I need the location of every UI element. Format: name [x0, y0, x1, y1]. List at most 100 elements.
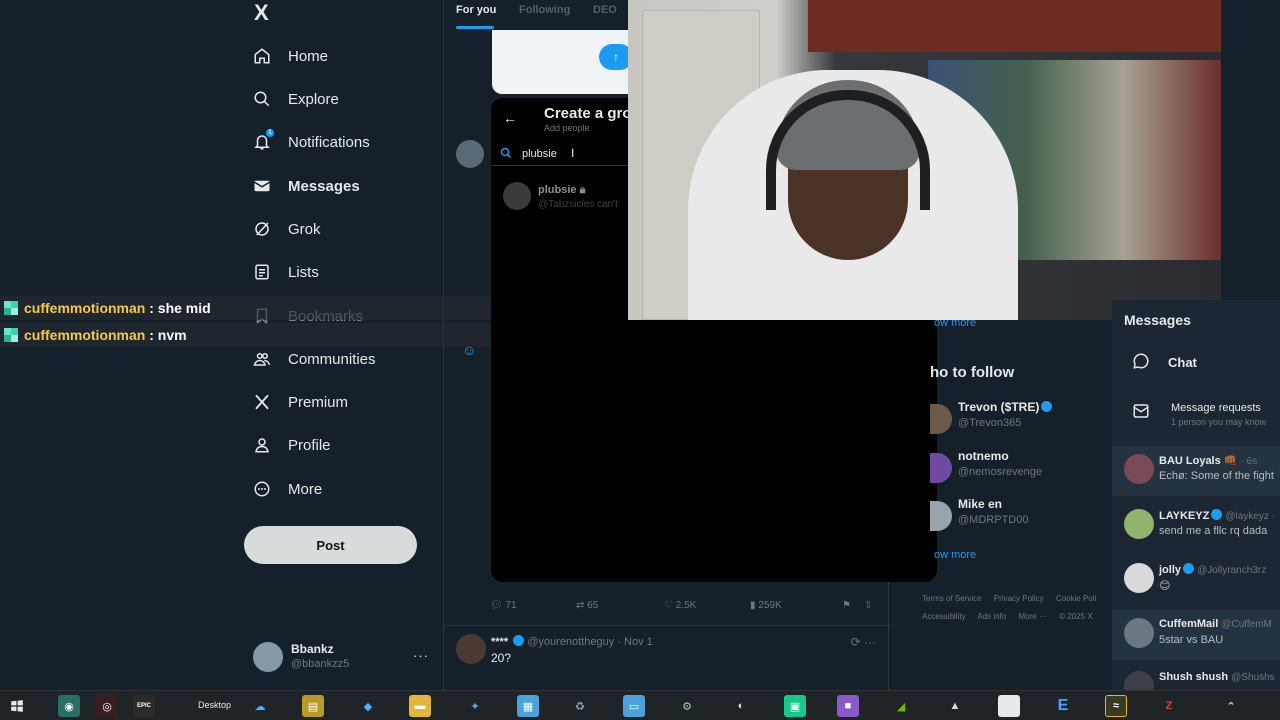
- tweet[interactable]: **** @yourenottheguy · Nov 1 ⟳ ··· 20?: [444, 625, 890, 690]
- active-app-icon[interactable]: ≈: [1105, 695, 1127, 717]
- chat-username: cuffemmotionman: [24, 327, 146, 343]
- show-more-link[interactable]: ow more: [934, 317, 976, 329]
- dialog-subtitle: Add people: [544, 123, 590, 133]
- x-logo-icon[interactable]: X: [254, 0, 278, 25]
- footer-link[interactable]: More ···: [1019, 612, 1047, 621]
- chat-badge-icon: [4, 301, 18, 315]
- steam-icon[interactable]: ⚙: [676, 695, 698, 717]
- message-requests[interactable]: Message requests 1 person you may know: [1132, 402, 1266, 427]
- footer-link[interactable]: Accessibility: [922, 612, 966, 621]
- avatar: [930, 501, 952, 531]
- onedrive-icon[interactable]: ☁: [249, 695, 271, 717]
- chevron-up-icon[interactable]: ⌃: [1220, 695, 1242, 717]
- epic-games-icon[interactable]: EPIC: [133, 695, 155, 717]
- copyright: © 2025 X: [1059, 612, 1093, 621]
- nvidia-icon[interactable]: ◢: [890, 695, 912, 717]
- footer-link[interactable]: Terms of Service: [922, 594, 982, 603]
- grok-icon: [252, 219, 272, 239]
- sidebar-item-label: Home: [288, 47, 329, 65]
- drawer-title[interactable]: Messages: [1124, 312, 1191, 328]
- sidebar-item-explore[interactable]: Explore: [252, 79, 339, 119]
- sidebar-item-grok[interactable]: Grok: [252, 209, 321, 249]
- avatar[interactable]: [456, 634, 486, 664]
- mail-icon: [252, 176, 272, 196]
- sidebar-item-notifications[interactable]: 1 Notifications: [252, 122, 370, 162]
- verified-icon: [1041, 401, 1053, 412]
- follow-suggestion[interactable]: Mike en @MDRPTD00: [930, 497, 1154, 537]
- tab-deo[interactable]: DEO: [593, 4, 617, 16]
- chat-badge-icon: [4, 328, 18, 342]
- arrow-app-icon[interactable]: ▲: [944, 695, 966, 717]
- browser-icon[interactable]: ◉: [58, 695, 80, 717]
- search-icon: [500, 146, 512, 164]
- people-icon: [252, 349, 272, 369]
- document-icon[interactable]: [998, 695, 1020, 717]
- sidebar-item-lists[interactable]: Lists: [252, 252, 319, 292]
- e-app-icon[interactable]: E: [1052, 695, 1074, 717]
- tab-following[interactable]: Following: [519, 4, 570, 16]
- game-app-icon[interactable]: ■: [837, 695, 859, 717]
- more-icon[interactable]: ⟳ ···: [851, 635, 876, 649]
- sidebar-item-profile[interactable]: Profile: [252, 425, 331, 465]
- app-icon[interactable]: ▦: [517, 695, 539, 717]
- reply-button[interactable]: 💬︎ 71: [490, 600, 517, 611]
- tweet-handle[interactable]: @yourenottheguy: [527, 636, 614, 648]
- follow-suggestion[interactable]: notnemo @nemosrevenge: [930, 449, 1154, 489]
- tweet-author[interactable]: ****: [491, 636, 508, 648]
- sidebar-item-home[interactable]: Home: [252, 36, 328, 76]
- views-button[interactable]: ▮ 259K: [750, 600, 782, 611]
- twitter-icon[interactable]: ✦: [464, 695, 486, 717]
- conversation-item[interactable]: Shush shush @Shushs: [1112, 663, 1280, 701]
- footer-link[interactable]: Ads info: [977, 612, 1006, 621]
- footer-link[interactable]: Privacy Policy: [994, 594, 1044, 603]
- like-count: 2.5K: [675, 600, 697, 611]
- repost-button[interactable]: ⇄ 65: [576, 600, 598, 611]
- avatar[interactable]: [456, 140, 484, 168]
- show-more-link[interactable]: ow more: [934, 549, 976, 561]
- lock-icon: 🔒︎: [579, 184, 586, 196]
- chat-text: : nvm: [145, 327, 187, 343]
- conversation-item[interactable]: CuffemMail @CuffemM 5star vs BAU: [1112, 610, 1280, 660]
- conversation-item[interactable]: BAU Loyals 👊🏾 · 6s Echø: Some of the fig…: [1112, 446, 1280, 496]
- follow-suggestion[interactable]: Trevon ($TRE) @Trevon365: [930, 400, 1154, 440]
- notes-icon[interactable]: ▤: [302, 695, 324, 717]
- conversation-name: LAYKEYZ @laykeyz ·: [1159, 509, 1275, 522]
- desktop-label[interactable]: Desktop: [198, 700, 231, 710]
- tweet-text: 20?: [491, 651, 512, 665]
- sidebar-item-premium[interactable]: Premium: [252, 382, 348, 422]
- window-icon[interactable]: ▭: [623, 695, 645, 717]
- sidebar-item-label: Explore: [288, 90, 339, 108]
- vscode-icon[interactable]: ◆: [357, 695, 379, 717]
- pinned-app-icon[interactable]: Z: [1158, 695, 1180, 717]
- tweet-date: · Nov 1: [617, 636, 653, 648]
- sidebar-item-more[interactable]: More: [252, 469, 322, 509]
- footer-link[interactable]: Cookie Poli: [1056, 594, 1096, 603]
- sidebar-item-label: Communities: [288, 350, 376, 368]
- sidebar-item-messages[interactable]: Messages: [252, 166, 360, 206]
- conversation-item[interactable]: jolly @Jollyranch3rz 😊: [1112, 555, 1280, 605]
- avatar: [253, 642, 283, 672]
- reply-count: 71: [505, 600, 517, 611]
- obs-studio-icon[interactable]: ◐: [730, 695, 752, 717]
- game-icon[interactable]: ▣: [784, 695, 806, 717]
- recycle-bin-icon[interactable]: ♻: [569, 695, 591, 717]
- avatar: [930, 404, 952, 434]
- account-switcher[interactable]: Bbankz @bbankzz5 ···: [253, 640, 433, 676]
- chat-button[interactable]: Chat: [1132, 352, 1197, 373]
- avatar: [503, 182, 531, 210]
- obs-icon[interactable]: ◎: [96, 695, 118, 717]
- post-button[interactable]: Post: [244, 526, 417, 564]
- chat-text: : she mid: [145, 300, 211, 316]
- share-icon[interactable]: ⇧: [864, 600, 872, 611]
- conversation-item[interactable]: LAYKEYZ @laykeyz · send me a fllc rq dad…: [1112, 501, 1280, 551]
- like-button[interactable]: ♡ 2.5K: [664, 600, 696, 611]
- account-menu-icon[interactable]: ···: [413, 648, 429, 663]
- suggestion-name: Mike en: [958, 497, 1003, 511]
- bookmark-icon[interactable]: ⚑: [842, 600, 851, 611]
- sidebar-item-label: Profile: [288, 436, 331, 454]
- verified-icon: [513, 635, 525, 646]
- tab-for-you[interactable]: For you: [456, 4, 496, 16]
- file-explorer-icon[interactable]: ▬: [409, 695, 431, 717]
- back-arrow-icon[interactable]: ←: [503, 110, 517, 126]
- start-icon[interactable]: [6, 695, 28, 717]
